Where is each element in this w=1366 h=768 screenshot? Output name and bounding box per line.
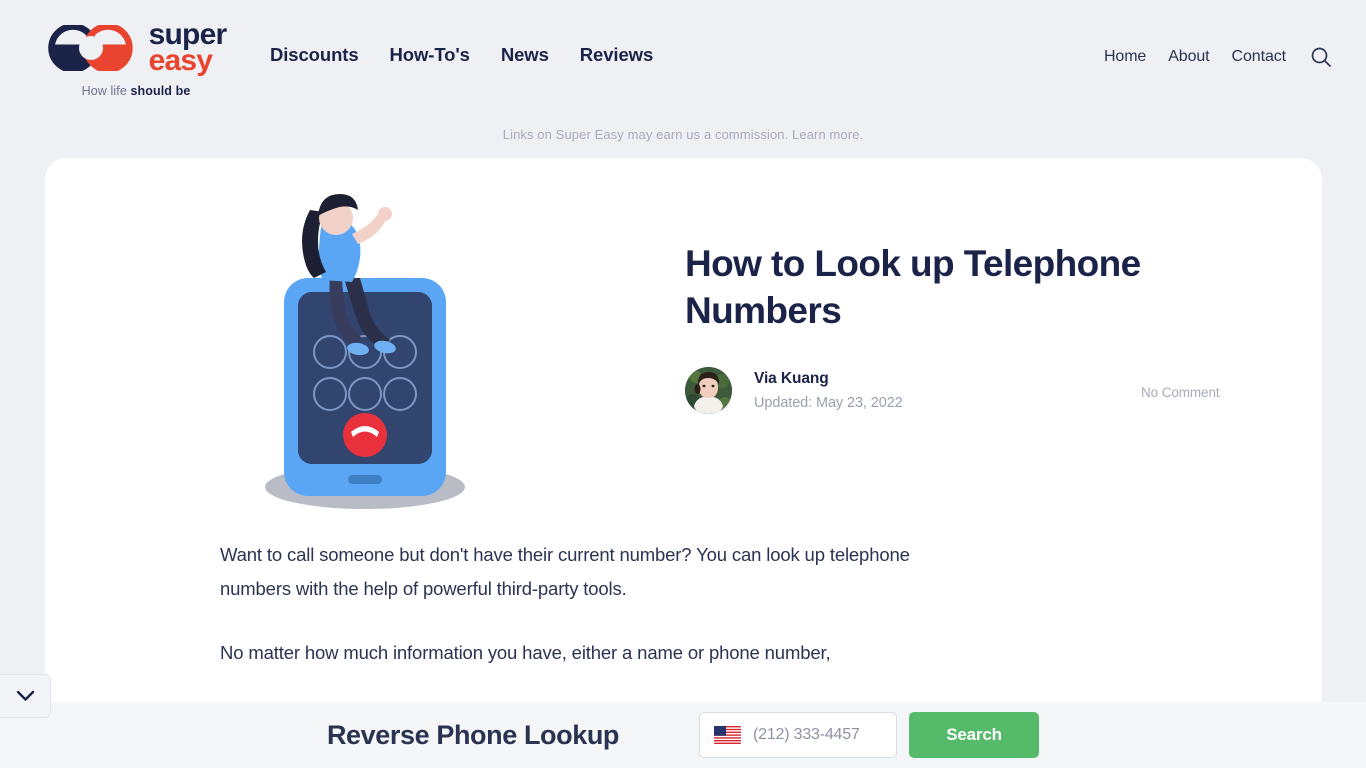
supereasy-mark-icon xyxy=(47,25,133,72)
phone-field[interactable] xyxy=(699,712,898,758)
sidebar-collapse-toggle[interactable] xyxy=(0,674,51,718)
search-button[interactable] xyxy=(1310,46,1332,68)
updated-date: Updated: May 23, 2022 xyxy=(754,394,903,411)
us-flag-icon xyxy=(714,726,742,744)
byline: Via Kuang Updated: May 23, 2022 No Comme… xyxy=(685,366,1222,414)
utility-navigation: Home About Contact xyxy=(1104,0,1332,68)
article-body: Want to call someone but don't have thei… xyxy=(45,538,1322,670)
lookup-form: Search xyxy=(699,712,1040,758)
lookup-title: Reverse Phone Lookup xyxy=(326,719,620,750)
page-title: How to Look up Telephone Numbers xyxy=(685,243,1141,332)
logo-tagline: How life should be xyxy=(82,84,191,98)
site-logo[interactable]: super easy How life should be xyxy=(38,0,234,98)
article-hero: How to Look up Telephone Numbers Via Kua… xyxy=(45,158,1322,538)
nav-item-reviews[interactable]: Reviews xyxy=(580,44,653,66)
nav-item-how-tos[interactable]: How-To's xyxy=(390,44,470,66)
nav-item-news[interactable]: News xyxy=(501,44,549,66)
nav-item-contact[interactable]: Contact xyxy=(1232,48,1287,66)
woman-sitting-on-smartphone-illustration xyxy=(265,194,465,509)
chevron-down-icon xyxy=(16,690,34,701)
hero-illustration-container xyxy=(45,180,685,538)
nav-item-home[interactable]: Home xyxy=(1104,48,1146,66)
comment-count[interactable]: No Comment xyxy=(1141,385,1220,400)
article-paragraph-2: No matter how much information you have,… xyxy=(220,642,831,664)
site-header: super easy How life should be Discounts … xyxy=(0,0,1366,112)
disclaimer-learn-more-link[interactable]: Learn more. xyxy=(792,127,863,142)
search-icon xyxy=(1311,47,1331,67)
nav-item-discounts[interactable]: Discounts xyxy=(270,44,359,66)
lookup-search-button[interactable]: Search xyxy=(909,712,1040,758)
logo-row: super easy xyxy=(46,19,228,78)
affiliate-disclaimer: Links on Super Easy may earn us a commis… xyxy=(0,127,1366,142)
article-card: How to Look up Telephone Numbers Via Kua… xyxy=(45,158,1322,718)
byline-text: Via Kuang Updated: May 23, 2022 xyxy=(754,370,903,411)
disclaimer-text: Links on Super Easy may earn us a commis… xyxy=(502,127,789,142)
nav-item-about[interactable]: About xyxy=(1168,48,1209,66)
reverse-phone-lookup-bar: Reverse Phone Lookup Search xyxy=(0,702,1366,768)
article-meta: How to Look up Telephone Numbers Via Kua… xyxy=(685,180,1322,538)
tagline-strong: should be xyxy=(130,83,191,98)
phone-input[interactable] xyxy=(753,726,883,744)
tagline-prefix: How life xyxy=(81,83,131,98)
author-name[interactable]: Via Kuang xyxy=(754,370,903,388)
avatar-image xyxy=(685,366,732,414)
logo-wordmark: super easy xyxy=(148,19,228,78)
primary-navigation: Discounts How-To's News Reviews xyxy=(270,0,653,66)
logo-word-easy: easy xyxy=(148,44,213,78)
article-paragraph-1: Want to call someone but don't have thei… xyxy=(220,544,910,600)
avatar[interactable] xyxy=(685,366,732,414)
